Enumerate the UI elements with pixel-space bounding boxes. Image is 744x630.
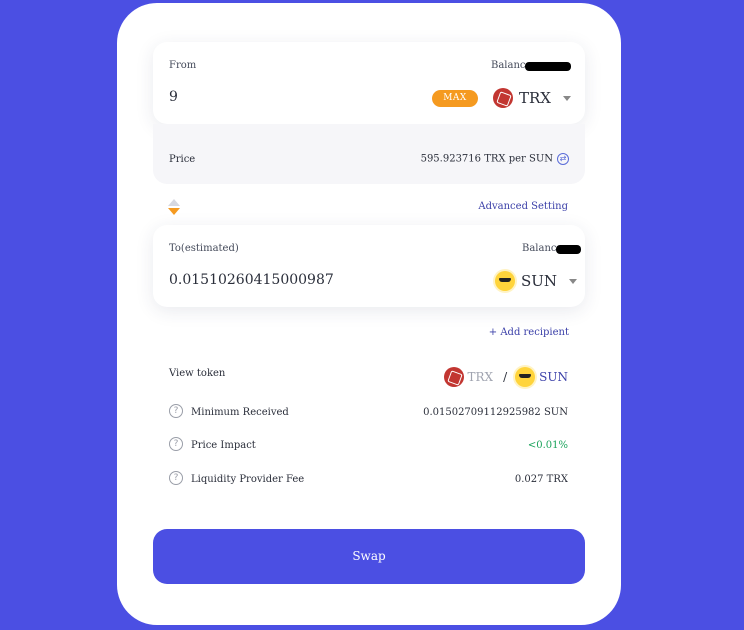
swap-direction-icon[interactable] bbox=[168, 199, 180, 217]
from-token-name: TRX bbox=[519, 89, 551, 107]
arrow-down-icon bbox=[168, 208, 180, 215]
to-token-selector[interactable]: SUN bbox=[495, 271, 578, 291]
price-value-text: 595.923716 TRX per SUN bbox=[420, 153, 553, 165]
price-row: Price 595.923716 TRX per SUN ⇄ bbox=[153, 124, 585, 184]
from-panel: From Balance 9 MAX TRX bbox=[153, 42, 585, 124]
view-token-sun-link[interactable]: SUN bbox=[539, 370, 568, 384]
help-icon[interactable]: ? bbox=[169, 404, 183, 418]
liquidity-fee-value: 0.027 TRX bbox=[514, 474, 568, 485]
trx-logo-icon bbox=[493, 88, 513, 108]
minimum-received-value: 0.01502709112925982 SUN bbox=[423, 407, 568, 418]
view-token-label: View token bbox=[169, 368, 226, 379]
minimum-received-label: Minimum Received bbox=[191, 407, 289, 418]
price-label: Price bbox=[169, 154, 196, 165]
view-token-links: TRX / SUN bbox=[443, 367, 568, 387]
trx-logo-icon bbox=[443, 367, 464, 387]
sun-logo-icon bbox=[515, 367, 536, 387]
liquidity-fee-label: Liquidity Provider Fee bbox=[191, 474, 305, 485]
chevron-down-icon bbox=[569, 278, 578, 284]
price-impact-label: Price Impact bbox=[191, 440, 256, 451]
view-token-trx-link[interactable]: TRX bbox=[468, 370, 494, 384]
arrow-up-icon bbox=[168, 199, 180, 206]
exchange-icon[interactable]: ⇄ bbox=[557, 153, 569, 165]
help-icon[interactable]: ? bbox=[169, 437, 183, 451]
from-amount-input[interactable]: 9 bbox=[169, 89, 178, 105]
advanced-setting-link[interactable]: Advanced Setting bbox=[478, 201, 568, 212]
to-label: To(estimated) bbox=[169, 243, 239, 254]
price-impact-value: <0.01% bbox=[527, 440, 568, 451]
sun-logo-icon bbox=[495, 271, 515, 291]
view-token-separator: / bbox=[503, 370, 508, 384]
price-value: 595.923716 TRX per SUN ⇄ bbox=[421, 153, 569, 165]
from-balance-redacted bbox=[525, 62, 571, 71]
to-balance-redacted bbox=[556, 245, 581, 254]
help-icon[interactable]: ? bbox=[169, 471, 183, 485]
from-token-selector[interactable]: TRX bbox=[493, 88, 571, 108]
swap-card: From Balance 9 MAX TRX Price 595.923716 … bbox=[117, 3, 621, 625]
from-label: From bbox=[169, 60, 197, 71]
add-recipient-link[interactable]: + Add recipient bbox=[489, 327, 569, 338]
swap-button[interactable]: Swap bbox=[153, 529, 585, 584]
to-token-name: SUN bbox=[521, 272, 558, 290]
to-panel: To(estimated) Balance 0.0151026041500098… bbox=[153, 225, 585, 307]
max-button[interactable]: MAX bbox=[432, 90, 478, 107]
to-amount-output[interactable]: 0.01510260415000987 bbox=[169, 272, 334, 288]
chevron-down-icon bbox=[562, 95, 571, 101]
